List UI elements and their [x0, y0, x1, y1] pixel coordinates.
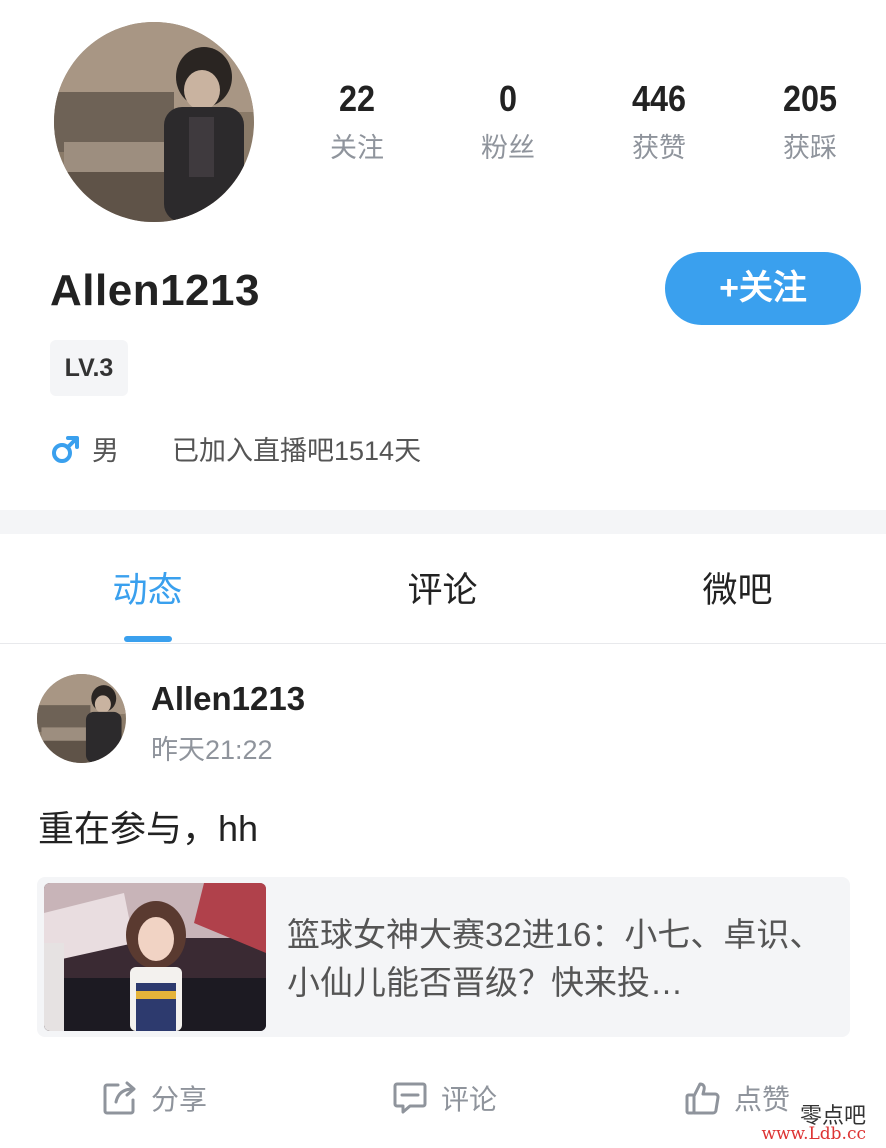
post-timestamp: 昨天21:22 — [151, 735, 273, 765]
tab-activity[interactable]: 动态 — [0, 568, 295, 614]
profile-avatar[interactable] — [54, 22, 254, 222]
male-icon — [52, 436, 79, 463]
profile-meta: 男 已加入直播吧1514天 — [50, 432, 650, 472]
joined-days: 已加入直播吧1514天 — [172, 436, 422, 466]
stat-label: 获踩 — [783, 133, 837, 163]
stat-label: 关注 — [330, 133, 384, 163]
post-author-avatar[interactable] — [37, 674, 126, 763]
link-title: 篮球女神大赛32进16：小七、卓识、小仙儿能否晋级？快来投… — [287, 916, 823, 1001]
share-label: 分享 — [151, 1084, 208, 1115]
watermark-line2: www.Ldb.cc — [761, 1124, 866, 1144]
tab-comments[interactable]: 评论 — [295, 568, 590, 614]
gender-text: 男 — [92, 436, 119, 466]
watermark: 零点吧 www.Ldb.cc — [756, 1098, 866, 1146]
thumbs-up-icon — [685, 1082, 720, 1115]
post-text: 重在参与，hh — [38, 808, 259, 849]
shared-link-card[interactable]: 篮球女神大赛32进16：小七、卓识、小仙儿能否晋级？快来投… — [37, 877, 850, 1037]
stat-following[interactable]: 22 关注 — [282, 78, 432, 164]
comment-button[interactable]: 评论 — [391, 1075, 531, 1125]
profile-tabs: 动态 评论 微吧 — [0, 534, 886, 644]
stat-value: 446 — [631, 78, 687, 119]
stat-dislikes[interactable]: 205 获踩 — [735, 78, 885, 164]
profile-stats: 22 关注 0 粉丝 446 获赞 205 获踩 — [282, 78, 886, 178]
section-divider — [0, 510, 886, 534]
post-actions: 分享 评论 点赞 — [0, 1075, 886, 1125]
stat-label: 获赞 — [632, 133, 686, 163]
comment-label: 评论 — [441, 1084, 498, 1115]
stat-value: 0 — [498, 78, 518, 119]
stat-likes[interactable]: 446 获赞 — [584, 78, 734, 164]
post-author-name[interactable]: Allen1213 — [151, 680, 305, 718]
level-badge: LV.3 — [50, 340, 128, 396]
stat-label: 粉丝 — [481, 133, 535, 163]
stat-followers[interactable]: 0 粉丝 — [433, 78, 583, 164]
share-icon — [103, 1081, 136, 1115]
share-button[interactable]: 分享 — [101, 1075, 241, 1125]
comment-icon — [393, 1082, 427, 1114]
stat-value: 205 — [782, 78, 838, 119]
tab-microbar[interactable]: 微吧 — [590, 568, 885, 614]
profile-username: Allen1213 — [50, 266, 260, 315]
follow-button[interactable]: +关注 — [665, 252, 861, 325]
stat-value: 22 — [338, 78, 376, 119]
active-tab-indicator — [124, 636, 172, 642]
link-thumbnail — [44, 883, 266, 1031]
